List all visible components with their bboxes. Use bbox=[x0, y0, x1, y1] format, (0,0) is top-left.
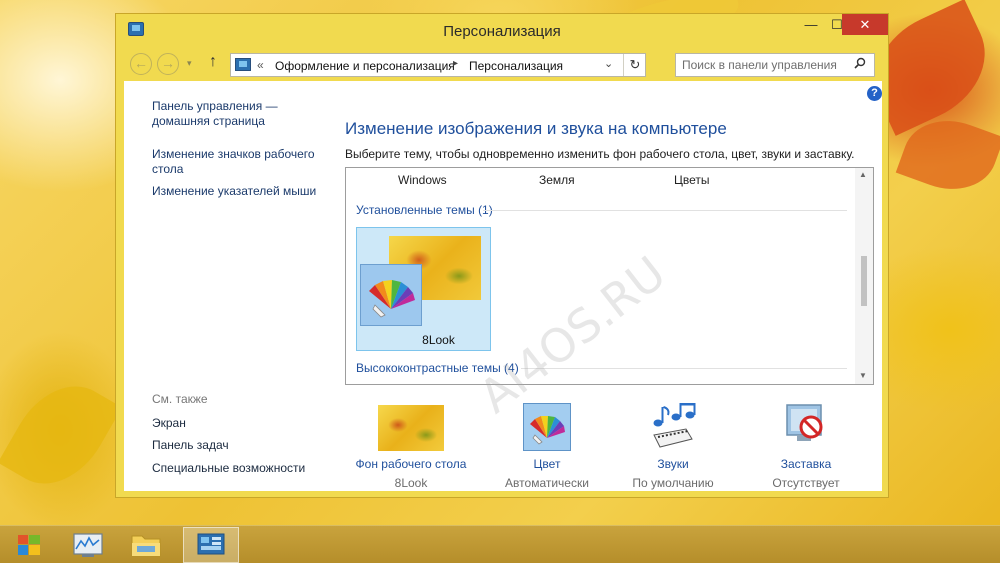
setting-value: По умолчанию bbox=[632, 476, 714, 490]
taskbar-control-panel[interactable] bbox=[183, 527, 239, 563]
navigation-bar: ← → ▾ ↑ « Оформление и персонализация ▸ … bbox=[124, 50, 882, 78]
theme-item-earth[interactable]: Земля bbox=[539, 173, 575, 187]
desktop-background-setting[interactable]: Фон рабочего стола 8Look bbox=[349, 401, 473, 490]
close-button[interactable]: ✕ bbox=[842, 14, 888, 35]
scroll-down-arrow-icon[interactable]: ▼ bbox=[859, 371, 867, 380]
minimize-button[interactable]: — bbox=[798, 14, 824, 35]
wallpaper-icon[interactable] bbox=[378, 405, 444, 451]
setting-value: 8Look bbox=[394, 476, 428, 490]
setting-value: Отсутствует bbox=[772, 476, 840, 490]
leaf-decoration bbox=[0, 367, 123, 503]
title-bar[interactable]: Персонализация — ☐ ✕ bbox=[116, 14, 888, 47]
theme-item-flowers[interactable]: Цветы bbox=[674, 173, 710, 187]
refresh-button[interactable]: ↻ bbox=[623, 54, 646, 76]
scrollbar-thumb[interactable] bbox=[861, 256, 867, 306]
content-panel: ? Панель управления — домашняя страница … bbox=[124, 81, 882, 491]
help-icon[interactable]: ? bbox=[867, 86, 882, 101]
taskbar-file-explorer[interactable] bbox=[120, 527, 172, 563]
group-divider bbox=[483, 210, 847, 211]
screensaver-icon[interactable] bbox=[781, 401, 831, 451]
see-also-link-display[interactable]: Экран bbox=[152, 416, 186, 430]
sidebar-link-mouse-pointers[interactable]: Изменение указателей мыши bbox=[152, 184, 322, 199]
sounds-setting[interactable]: Звуки По умолчанию bbox=[611, 401, 735, 490]
color-palette-icon[interactable] bbox=[523, 403, 571, 451]
sidebar-link-desktop-icons[interactable]: Изменение значков рабочего стола bbox=[152, 147, 322, 177]
sound-notes-icon[interactable] bbox=[648, 401, 698, 451]
theme-tile-8look[interactable]: 8Look bbox=[356, 227, 491, 351]
theme-name: 8Look bbox=[422, 333, 455, 347]
address-dropdown-icon[interactable]: ⌄ bbox=[604, 57, 613, 70]
breadcrumb-appearance[interactable]: Оформление и персонализация bbox=[275, 59, 455, 73]
search-icon[interactable] bbox=[854, 57, 866, 72]
personalization-window: Персонализация — ☐ ✕ ← → ▾ ↑ « Оформлени… bbox=[115, 13, 889, 498]
scroll-up-arrow-icon[interactable]: ▲ bbox=[859, 170, 867, 179]
taskbar-performance-monitor[interactable] bbox=[62, 527, 114, 563]
theme-item-windows[interactable]: Windows bbox=[398, 173, 447, 187]
taskbar bbox=[0, 525, 1000, 563]
see-also-heading: См. также bbox=[152, 392, 208, 406]
page-title: Изменение изображения и звука на компьют… bbox=[345, 119, 727, 138]
breadcrumb-personalization[interactable]: Персонализация bbox=[469, 59, 563, 73]
see-also-link-taskbar[interactable]: Панель задач bbox=[152, 438, 229, 452]
folder-icon bbox=[131, 535, 161, 557]
breadcrumb-overflow-icon[interactable]: « bbox=[257, 58, 264, 72]
group-installed-themes: Установленные темы (1) bbox=[356, 203, 493, 217]
page-description: Выберите тему, чтобы одновременно измени… bbox=[345, 147, 855, 161]
theme-list-scrollbar[interactable]: ▲ ▼ bbox=[855, 168, 873, 384]
see-also-link-accessibility[interactable]: Специальные возможности bbox=[152, 461, 305, 475]
setting-label[interactable]: Цвет bbox=[485, 457, 609, 471]
up-button[interactable]: ↑ bbox=[209, 53, 217, 71]
setting-label[interactable]: Фон рабочего стола bbox=[349, 457, 473, 471]
screensaver-setting[interactable]: Заставка Отсутствует bbox=[744, 401, 868, 490]
address-bar[interactable]: « Оформление и персонализация ▸ Персонал… bbox=[230, 53, 646, 77]
setting-value: Автоматически bbox=[505, 476, 589, 490]
setting-label[interactable]: Звуки bbox=[611, 457, 735, 471]
color-palette-icon bbox=[360, 264, 422, 326]
forward-button[interactable]: → bbox=[157, 53, 179, 75]
recent-locations-chevron-icon[interactable]: ▾ bbox=[187, 58, 192, 69]
breadcrumb-separator-icon[interactable]: ▸ bbox=[453, 58, 458, 69]
search-input[interactable] bbox=[682, 57, 850, 73]
control-panel-icon bbox=[197, 533, 225, 555]
window-title: Персонализация bbox=[443, 23, 561, 40]
performance-monitor-icon bbox=[73, 533, 103, 557]
control-panel-icon bbox=[235, 58, 251, 71]
setting-label[interactable]: Заставка bbox=[744, 457, 868, 471]
search-box[interactable] bbox=[675, 53, 875, 77]
back-button[interactable]: ← bbox=[130, 53, 152, 75]
sidebar-link-control-panel-home[interactable]: Панель управления — домашняя страница bbox=[152, 99, 322, 129]
start-button[interactable] bbox=[4, 527, 56, 563]
windows-logo-icon bbox=[18, 535, 40, 555]
